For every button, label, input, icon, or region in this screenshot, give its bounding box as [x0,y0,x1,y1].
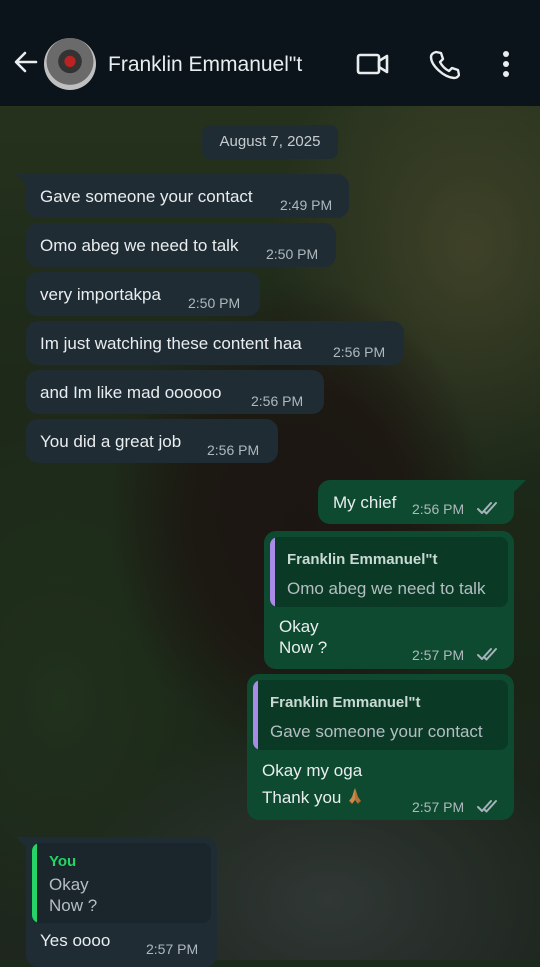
quoted-message[interactable]: You Okay Now ? [32,843,211,923]
arrow-left-icon[interactable] [12,48,40,76]
quote-bar [32,843,37,923]
more-vertical-icon[interactable] [494,48,526,80]
message-text: and Im like mad oooooo [40,383,222,402]
incoming-message[interactable]: Gave someone your contact 2:49 PM [26,174,349,218]
message-text: very importakpa [40,285,161,304]
contact-name[interactable]: Franklin Emmanuel"t [108,53,302,77]
incoming-message[interactable]: Omo abeg we need to talk 2:50 PM [26,223,336,267]
message-text: Im just watching these content haa [40,334,302,353]
message-time: 2:49 PM [280,197,333,213]
quoted-sender: Franklin Emmanuel"t [270,694,421,711]
quoted-sender: You [49,853,77,870]
quoted-message[interactable]: Franklin Emmanuel"t Omo abeg we need to … [270,537,508,607]
message-time: 2:56 PM [333,344,386,360]
video-call-icon[interactable] [356,48,389,80]
message-text: Yes oooo [40,931,111,950]
quoted-message[interactable]: Franklin Emmanuel"t Gave someone your co… [253,680,508,750]
quoted-text: Omo abeg we need to talk [287,579,486,598]
incoming-reply-message[interactable]: You Okay Now ? Yes oooo 2:57 PM [26,837,217,967]
message-text: You did a great job [40,432,182,451]
phone-icon[interactable] [428,48,460,80]
incoming-message[interactable]: Im just watching these content haa 2:56 … [26,321,404,365]
message-time: 2:50 PM [188,295,241,311]
status-bar [0,0,540,8]
message-text-line: Okay [279,617,319,636]
read-ticks-icon [477,800,497,813]
chat-header: Franklin Emmanuel"t [0,8,540,106]
incoming-message[interactable]: very importakpa 2:50 PM [26,272,260,316]
read-ticks-icon [477,648,497,661]
message-text: Gave someone your contact [40,187,253,206]
outgoing-reply-message[interactable]: Franklin Emmanuel"t Omo abeg we need to … [264,531,514,669]
message-text-line: Thank you [262,788,342,807]
folded-hands-emoji [349,788,362,805]
avatar[interactable] [44,38,96,90]
message-time: 2:57 PM [146,941,199,957]
outgoing-message[interactable]: My chief 2:56 PM [318,480,514,524]
message-text: Omo abeg we need to talk [40,236,239,255]
quote-bar [270,537,275,607]
message-time: 2:56 PM [412,501,465,517]
message-text: My chief [333,493,397,512]
quoted-text: Gave someone your contact [270,722,483,741]
message-text-line: Okay my oga [262,761,363,780]
message-time: 2:50 PM [266,246,319,262]
message-time: 2:56 PM [207,442,260,458]
message-time: 2:57 PM [412,647,465,663]
incoming-message[interactable]: and Im like mad oooooo 2:56 PM [26,370,324,414]
message-text-line: Now ? [279,638,328,657]
quoted-sender: Franklin Emmanuel"t [287,551,438,568]
date-separator: August 7, 2025 [202,125,338,159]
quoted-text-line: Okay [49,875,89,894]
message-time: 2:57 PM [412,799,465,815]
outgoing-reply-message[interactable]: Franklin Emmanuel"t Gave someone your co… [247,674,514,820]
message-time: 2:56 PM [251,393,304,409]
incoming-message[interactable]: You did a great job 2:56 PM [26,419,278,463]
bubble-tail [514,480,526,492]
message-text-line-with-emoji: Thank you [262,786,365,808]
quoted-text-line: Now ? [49,896,98,915]
read-ticks-icon [477,502,497,515]
quote-bar [253,680,258,750]
